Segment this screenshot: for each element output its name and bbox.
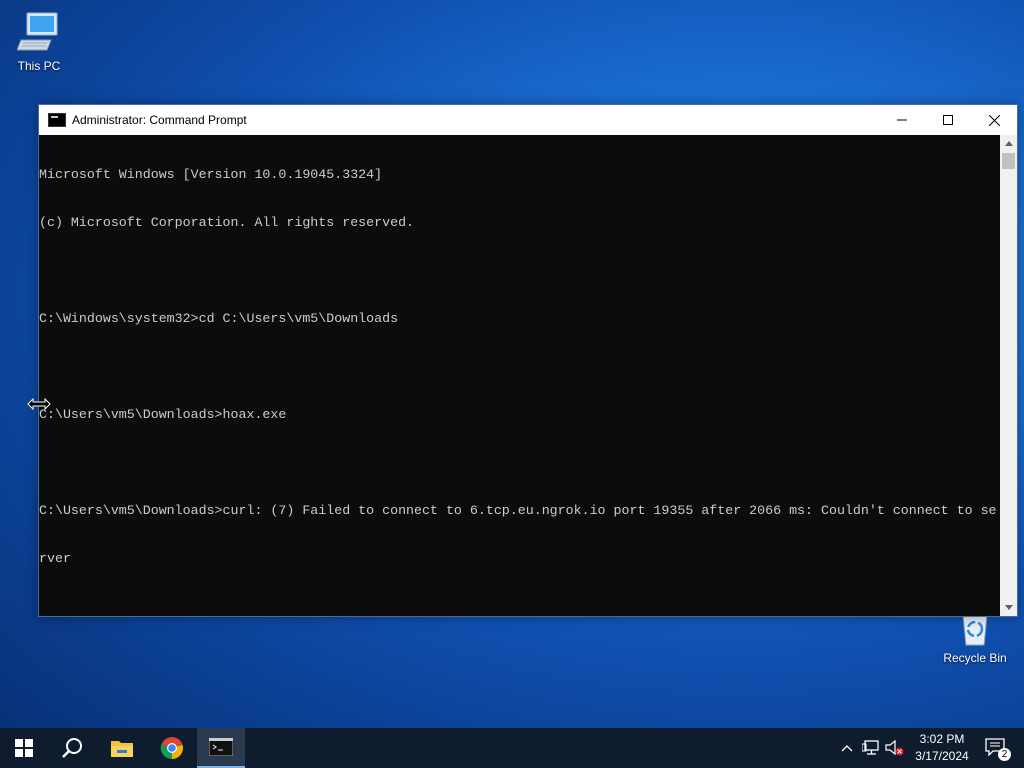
command-prompt-taskbar-button[interactable]: [197, 728, 245, 768]
console-line: (c) Microsoft Corporation. All rights re…: [39, 215, 415, 230]
recycle-bin-icon: [955, 612, 995, 649]
chrome-button[interactable]: [148, 728, 196, 768]
search-button[interactable]: [48, 728, 96, 768]
network-button[interactable]: [860, 728, 882, 768]
scroll-up-button[interactable]: [1000, 135, 1017, 152]
scroll-down-button[interactable]: [1000, 599, 1017, 616]
close-button[interactable]: [971, 105, 1017, 135]
cmd-icon: [209, 738, 233, 756]
console-output[interactable]: Microsoft Windows [Version 10.0.19045.33…: [39, 135, 999, 616]
search-icon: [62, 738, 82, 758]
clock-time: 3:02 PM: [919, 732, 965, 746]
console-line: rver: [39, 551, 71, 566]
vertical-scrollbar[interactable]: [1000, 135, 1017, 616]
command-prompt-window[interactable]: Administrator: Command Prompt Microsoft …: [38, 104, 1018, 617]
start-icon: [15, 739, 33, 757]
resize-cursor-icon: [27, 397, 51, 415]
desktop-icon-label: Recycle Bin: [943, 651, 1007, 665]
desktop-icon-label: This PC: [17, 59, 61, 73]
window-title: Administrator: Command Prompt: [72, 113, 247, 127]
action-center-button[interactable]: 2: [978, 728, 1014, 768]
console-line: C:\Users\vm5\Downloads>curl: (7) Failed …: [39, 503, 997, 518]
minimize-icon: [897, 119, 907, 121]
file-explorer-button[interactable]: [98, 728, 146, 768]
minimize-button[interactable]: [879, 105, 925, 135]
desktop-icon-recycle-bin[interactable]: Recycle Bin: [938, 612, 1012, 665]
chevron-down-icon: [1004, 605, 1013, 610]
title-bar[interactable]: Administrator: Command Prompt: [39, 105, 1017, 135]
system-clock[interactable]: 3:02 PM 3/17/2024: [902, 731, 982, 765]
file-explorer-icon: [111, 741, 133, 757]
network-icon: [862, 740, 879, 755]
cmd-icon: [48, 113, 66, 127]
computer-icon: [16, 10, 61, 57]
maximize-icon: [943, 115, 953, 125]
notification-icon: 2: [985, 738, 1011, 761]
maximize-button[interactable]: [925, 105, 971, 135]
start-button[interactable]: [0, 728, 48, 768]
notification-count-badge: 2: [998, 748, 1011, 761]
scrollbar-thumb[interactable]: [1002, 153, 1015, 169]
console-line: C:\Users\vm5\Downloads>hoax.exe: [39, 407, 287, 422]
chevron-up-icon: [1004, 141, 1013, 146]
show-hidden-icons-button[interactable]: [836, 728, 858, 768]
console-line: C:\Windows\system32>cd C:\Users\vm5\Down…: [39, 311, 399, 326]
clock-date: 3/17/2024: [915, 749, 969, 763]
console-line: Microsoft Windows [Version 10.0.19045.33…: [39, 167, 383, 182]
close-icon: [988, 114, 1000, 126]
chevron-up-icon: [841, 744, 853, 751]
chrome-icon: [160, 737, 183, 760]
desktop-icon-this-pc[interactable]: This PC: [2, 10, 76, 73]
taskbar: 3:02 PM 3/17/2024 2: [0, 728, 1024, 768]
